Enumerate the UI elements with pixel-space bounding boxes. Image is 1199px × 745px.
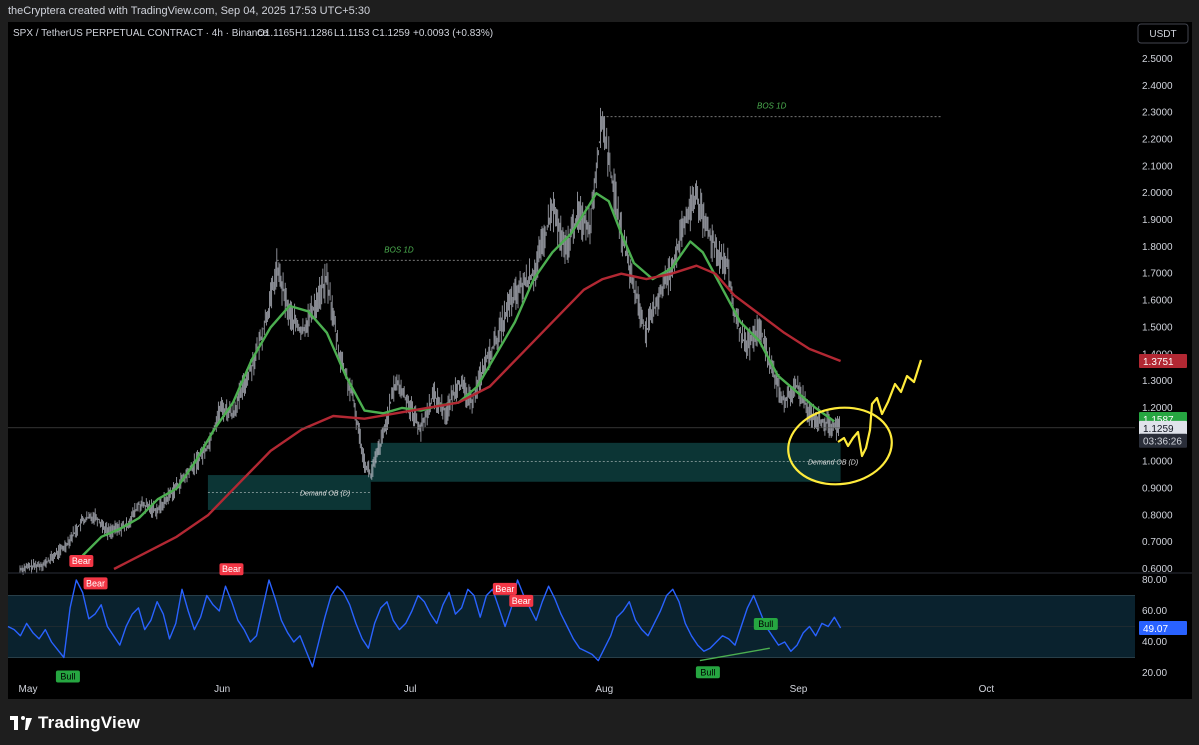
price-axis-tick: 2.0000 <box>1142 188 1173 199</box>
tradingview-logo-icon <box>10 716 32 730</box>
price-axis-tick: 0.9000 <box>1142 483 1173 494</box>
price-axis-tick: 1.7000 <box>1142 269 1173 280</box>
rsi-last-label: 49.07 <box>1143 624 1168 635</box>
legend-high: H1.1286 <box>295 28 333 39</box>
price-axis-tick: 1.5000 <box>1142 322 1173 333</box>
price-axis-label: 1.3751 <box>1143 357 1174 368</box>
rsi-axis-tick: 40.00 <box>1142 637 1167 648</box>
rsi-axis-tick: 60.00 <box>1142 606 1167 617</box>
tradingview-logo-text: TradingView <box>38 713 141 732</box>
demand-zone-label: Demand OB (D) <box>300 491 350 498</box>
price-axis-tick: 2.1000 <box>1142 161 1173 172</box>
legend-symbol[interactable]: SPX / TetherUS PERPETUAL CONTRACT · 4h ·… <box>13 28 268 39</box>
bull-label: Bull <box>700 667 715 677</box>
time-axis-tick: Aug <box>595 684 613 695</box>
bos-label: BOS 1D <box>757 102 787 111</box>
price-axis-tick: 1.6000 <box>1142 296 1173 307</box>
price-axis-tick: 2.5000 <box>1142 54 1173 65</box>
demand-zone <box>370 442 841 482</box>
price-axis-tick: 2.2000 <box>1142 135 1173 146</box>
bear-label: Bear <box>512 596 531 606</box>
legend-close: C1.1259 <box>372 28 410 39</box>
price-axis-tick: 1.9000 <box>1142 215 1173 226</box>
bear-label: Bear <box>72 556 91 566</box>
time-axis-tick: Oct <box>979 684 995 695</box>
legend-change: +0.0093 (+0.83%) <box>413 28 493 39</box>
bear-label: Bear <box>222 564 241 574</box>
legend-open: O1.1165 <box>257 28 295 39</box>
demand-zone-label: Demand OB (D) <box>808 460 858 467</box>
bear-label: Bear <box>495 584 514 594</box>
bear-label: Bear <box>86 578 105 588</box>
price-axis-label: 03:36:26 <box>1143 437 1182 448</box>
price-axis-tick: 0.7000 <box>1142 537 1173 548</box>
bull-label: Bull <box>60 672 75 682</box>
price-axis-tick: 2.4000 <box>1142 81 1173 92</box>
price-chart[interactable]: SPX / TetherUS PERPETUAL CONTRACT · 4h ·… <box>0 0 1199 745</box>
price-axis-tick: 0.8000 <box>1142 510 1173 521</box>
price-axis-tick: 1.0000 <box>1142 457 1173 468</box>
time-axis-tick: May <box>19 684 38 695</box>
price-candles <box>19 107 840 575</box>
footer-bar: TradingView <box>0 699 1199 745</box>
price-axis-tick: 2.3000 <box>1142 108 1173 119</box>
time-axis-tick: Jun <box>214 684 230 695</box>
rsi-axis-tick: 20.00 <box>1142 668 1167 679</box>
bull-label: Bull <box>758 619 773 629</box>
time-axis-tick: Jul <box>404 684 417 695</box>
time-axis-tick: Sep <box>790 684 808 695</box>
price-axis-tick: 1.3000 <box>1142 376 1173 387</box>
legend-low: L1.1153 <box>334 28 370 39</box>
price-axis-label: 1.1259 <box>1143 424 1174 435</box>
tradingview-logo[interactable]: TradingView <box>10 713 140 733</box>
currency-button-label[interactable]: USDT <box>1149 29 1176 40</box>
price-axis-tick: 1.8000 <box>1142 242 1173 253</box>
rsi-axis-tick: 80.00 <box>1142 575 1167 586</box>
bos-label: BOS 1D <box>384 245 414 254</box>
